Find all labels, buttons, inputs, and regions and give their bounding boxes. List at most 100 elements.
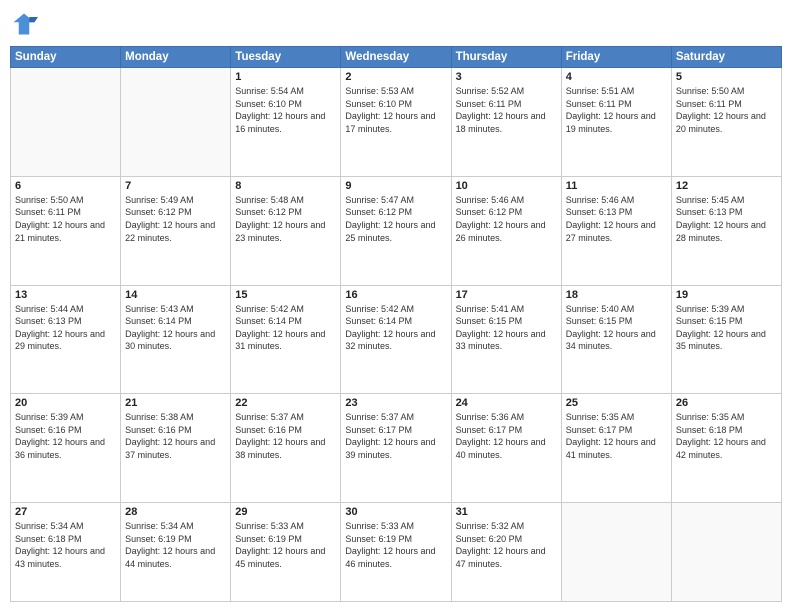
weekday-header-row: SundayMondayTuesdayWednesdayThursdayFrid… bbox=[11, 47, 782, 68]
day-number: 30 bbox=[345, 506, 446, 518]
day-info: Sunrise: 5:45 AM Sunset: 6:13 PM Dayligh… bbox=[676, 194, 777, 244]
header bbox=[10, 10, 782, 38]
weekday-header-sunday: Sunday bbox=[11, 47, 121, 68]
day-number: 13 bbox=[15, 289, 116, 301]
day-info: Sunrise: 5:34 AM Sunset: 6:19 PM Dayligh… bbox=[125, 520, 226, 570]
day-cell: 27Sunrise: 5:34 AM Sunset: 6:18 PM Dayli… bbox=[11, 503, 121, 602]
day-number: 27 bbox=[15, 506, 116, 518]
day-cell: 30 Sunrise: 5:33 AM Sunset: 6:19 PM Dayli… bbox=[341, 503, 451, 602]
logo-icon bbox=[10, 10, 38, 38]
day-cell: 25 Sunrise: 5:35 AM Sunset: 6:17 PM Dayli… bbox=[561, 394, 671, 503]
weekday-header-tuesday: Tuesday bbox=[231, 47, 341, 68]
day-info: Sunrise: 5:48 AM Sunset: 6:12 PM Dayligh… bbox=[235, 194, 336, 244]
day-number: 1 bbox=[235, 71, 336, 83]
day-cell: 17 Sunrise: 5:41 AM Sunset: 6:15 PM Dayli… bbox=[451, 285, 561, 394]
day-number: 6 bbox=[15, 180, 116, 192]
day-cell: 22Sunrise: 5:37 AM Sunset: 6:16 PM Dayli… bbox=[231, 394, 341, 503]
day-cell bbox=[671, 503, 781, 602]
day-number: 23 bbox=[345, 397, 446, 409]
week-row-3: 13 Sunrise: 5:44 AM Sunset: 6:13 PM Dayli… bbox=[11, 285, 782, 394]
day-cell: 15 Sunrise: 5:42 AM Sunset: 6:14 PM Dayli… bbox=[231, 285, 341, 394]
day-cell bbox=[121, 68, 231, 177]
week-row-5: 27Sunrise: 5:34 AM Sunset: 6:18 PM Dayli… bbox=[11, 503, 782, 602]
day-cell: 11Sunrise: 5:46 AM Sunset: 6:13 PM Dayli… bbox=[561, 176, 671, 285]
day-cell: 3 Sunrise: 5:52 AM Sunset: 6:11 PM Daylig… bbox=[451, 68, 561, 177]
day-info: Sunrise: 5:39 AM Sunset: 6:16 PM Dayligh… bbox=[15, 411, 116, 461]
day-info: Sunrise: 5:42 AM Sunset: 6:14 PM Dayligh… bbox=[345, 303, 446, 353]
day-cell: 8 Sunrise: 5:48 AM Sunset: 6:12 PM Daylig… bbox=[231, 176, 341, 285]
day-info: Sunrise: 5:38 AM Sunset: 6:16 PM Dayligh… bbox=[125, 411, 226, 461]
day-info: Sunrise: 5:36 AM Sunset: 6:17 PM Dayligh… bbox=[456, 411, 557, 461]
day-number: 29 bbox=[235, 506, 336, 518]
day-number: 25 bbox=[566, 397, 667, 409]
day-number: 7 bbox=[125, 180, 226, 192]
day-cell: 2 Sunrise: 5:53 AM Sunset: 6:10 PM Daylig… bbox=[341, 68, 451, 177]
day-cell: 13 Sunrise: 5:44 AM Sunset: 6:13 PM Dayli… bbox=[11, 285, 121, 394]
day-number: 3 bbox=[456, 71, 557, 83]
day-info: Sunrise: 5:41 AM Sunset: 6:15 PM Dayligh… bbox=[456, 303, 557, 353]
day-info: Sunrise: 5:40 AM Sunset: 6:15 PM Dayligh… bbox=[566, 303, 667, 353]
day-cell: 7 Sunrise: 5:49 AM Sunset: 6:12 PM Daylig… bbox=[121, 176, 231, 285]
day-number: 4 bbox=[566, 71, 667, 83]
day-cell: 9 Sunrise: 5:47 AM Sunset: 6:12 PM Daylig… bbox=[341, 176, 451, 285]
day-cell: 21 Sunrise: 5:38 AM Sunset: 6:16 PM Dayli… bbox=[121, 394, 231, 503]
day-info: Sunrise: 5:49 AM Sunset: 6:12 PM Dayligh… bbox=[125, 194, 226, 244]
day-info: Sunrise: 5:51 AM Sunset: 6:11 PM Dayligh… bbox=[566, 85, 667, 135]
day-info: Sunrise: 5:33 AM Sunset: 6:19 PM Dayligh… bbox=[235, 520, 336, 570]
weekday-header-monday: Monday bbox=[121, 47, 231, 68]
day-info: Sunrise: 5:43 AM Sunset: 6:14 PM Dayligh… bbox=[125, 303, 226, 353]
day-cell bbox=[11, 68, 121, 177]
day-cell: 1 Sunrise: 5:54 AM Sunset: 6:10 PM Daylig… bbox=[231, 68, 341, 177]
day-cell: 18 Sunrise: 5:40 AM Sunset: 6:15 PM Dayli… bbox=[561, 285, 671, 394]
day-info: Sunrise: 5:52 AM Sunset: 6:11 PM Dayligh… bbox=[456, 85, 557, 135]
day-number: 8 bbox=[235, 180, 336, 192]
day-number: 21 bbox=[125, 397, 226, 409]
day-number: 18 bbox=[566, 289, 667, 301]
day-number: 19 bbox=[676, 289, 777, 301]
day-cell: 12Sunrise: 5:45 AM Sunset: 6:13 PM Dayli… bbox=[671, 176, 781, 285]
page: SundayMondayTuesdayWednesdayThursdayFrid… bbox=[0, 0, 792, 612]
day-info: Sunrise: 5:33 AM Sunset: 6:19 PM Dayligh… bbox=[345, 520, 446, 570]
week-row-2: 6 Sunrise: 5:50 AM Sunset: 6:11 PM Daylig… bbox=[11, 176, 782, 285]
day-cell bbox=[561, 503, 671, 602]
day-number: 16 bbox=[345, 289, 446, 301]
day-info: Sunrise: 5:32 AM Sunset: 6:20 PM Dayligh… bbox=[456, 520, 557, 570]
weekday-header-wednesday: Wednesday bbox=[341, 47, 451, 68]
day-info: Sunrise: 5:53 AM Sunset: 6:10 PM Dayligh… bbox=[345, 85, 446, 135]
day-number: 24 bbox=[456, 397, 557, 409]
week-row-4: 20 Sunrise: 5:39 AM Sunset: 6:16 PM Dayli… bbox=[11, 394, 782, 503]
day-info: Sunrise: 5:35 AM Sunset: 6:17 PM Dayligh… bbox=[566, 411, 667, 461]
day-cell: 24 Sunrise: 5:36 AM Sunset: 6:17 PM Dayli… bbox=[451, 394, 561, 503]
day-info: Sunrise: 5:54 AM Sunset: 6:10 PM Dayligh… bbox=[235, 85, 336, 135]
day-number: 10 bbox=[456, 180, 557, 192]
day-number: 31 bbox=[456, 506, 557, 518]
day-info: Sunrise: 5:46 AM Sunset: 6:12 PM Dayligh… bbox=[456, 194, 557, 244]
day-cell: 26Sunrise: 5:35 AM Sunset: 6:18 PM Dayli… bbox=[671, 394, 781, 503]
day-info: Sunrise: 5:50 AM Sunset: 6:11 PM Dayligh… bbox=[676, 85, 777, 135]
day-number: 14 bbox=[125, 289, 226, 301]
day-cell: 4 Sunrise: 5:51 AM Sunset: 6:11 PM Daylig… bbox=[561, 68, 671, 177]
day-number: 20 bbox=[15, 397, 116, 409]
day-info: Sunrise: 5:47 AM Sunset: 6:12 PM Dayligh… bbox=[345, 194, 446, 244]
day-number: 22 bbox=[235, 397, 336, 409]
calendar-table: SundayMondayTuesdayWednesdayThursdayFrid… bbox=[10, 46, 782, 602]
day-number: 15 bbox=[235, 289, 336, 301]
weekday-header-friday: Friday bbox=[561, 47, 671, 68]
day-cell: 31 Sunrise: 5:32 AM Sunset: 6:20 PM Dayli… bbox=[451, 503, 561, 602]
day-info: Sunrise: 5:50 AM Sunset: 6:11 PM Dayligh… bbox=[15, 194, 116, 244]
day-info: Sunrise: 5:37 AM Sunset: 6:17 PM Dayligh… bbox=[345, 411, 446, 461]
day-cell: 19 Sunrise: 5:39 AM Sunset: 6:15 PM Dayli… bbox=[671, 285, 781, 394]
day-number: 5 bbox=[676, 71, 777, 83]
day-cell: 20 Sunrise: 5:39 AM Sunset: 6:16 PM Dayli… bbox=[11, 394, 121, 503]
day-info: Sunrise: 5:44 AM Sunset: 6:13 PM Dayligh… bbox=[15, 303, 116, 353]
week-row-1: 1 Sunrise: 5:54 AM Sunset: 6:10 PM Daylig… bbox=[11, 68, 782, 177]
day-number: 17 bbox=[456, 289, 557, 301]
day-cell: 5 Sunrise: 5:50 AM Sunset: 6:11 PM Daylig… bbox=[671, 68, 781, 177]
day-info: Sunrise: 5:39 AM Sunset: 6:15 PM Dayligh… bbox=[676, 303, 777, 353]
day-number: 26 bbox=[676, 397, 777, 409]
day-number: 2 bbox=[345, 71, 446, 83]
day-cell: 10 Sunrise: 5:46 AM Sunset: 6:12 PM Dayli… bbox=[451, 176, 561, 285]
day-info: Sunrise: 5:42 AM Sunset: 6:14 PM Dayligh… bbox=[235, 303, 336, 353]
day-number: 9 bbox=[345, 180, 446, 192]
day-cell: 14 Sunrise: 5:43 AM Sunset: 6:14 PM Dayli… bbox=[121, 285, 231, 394]
